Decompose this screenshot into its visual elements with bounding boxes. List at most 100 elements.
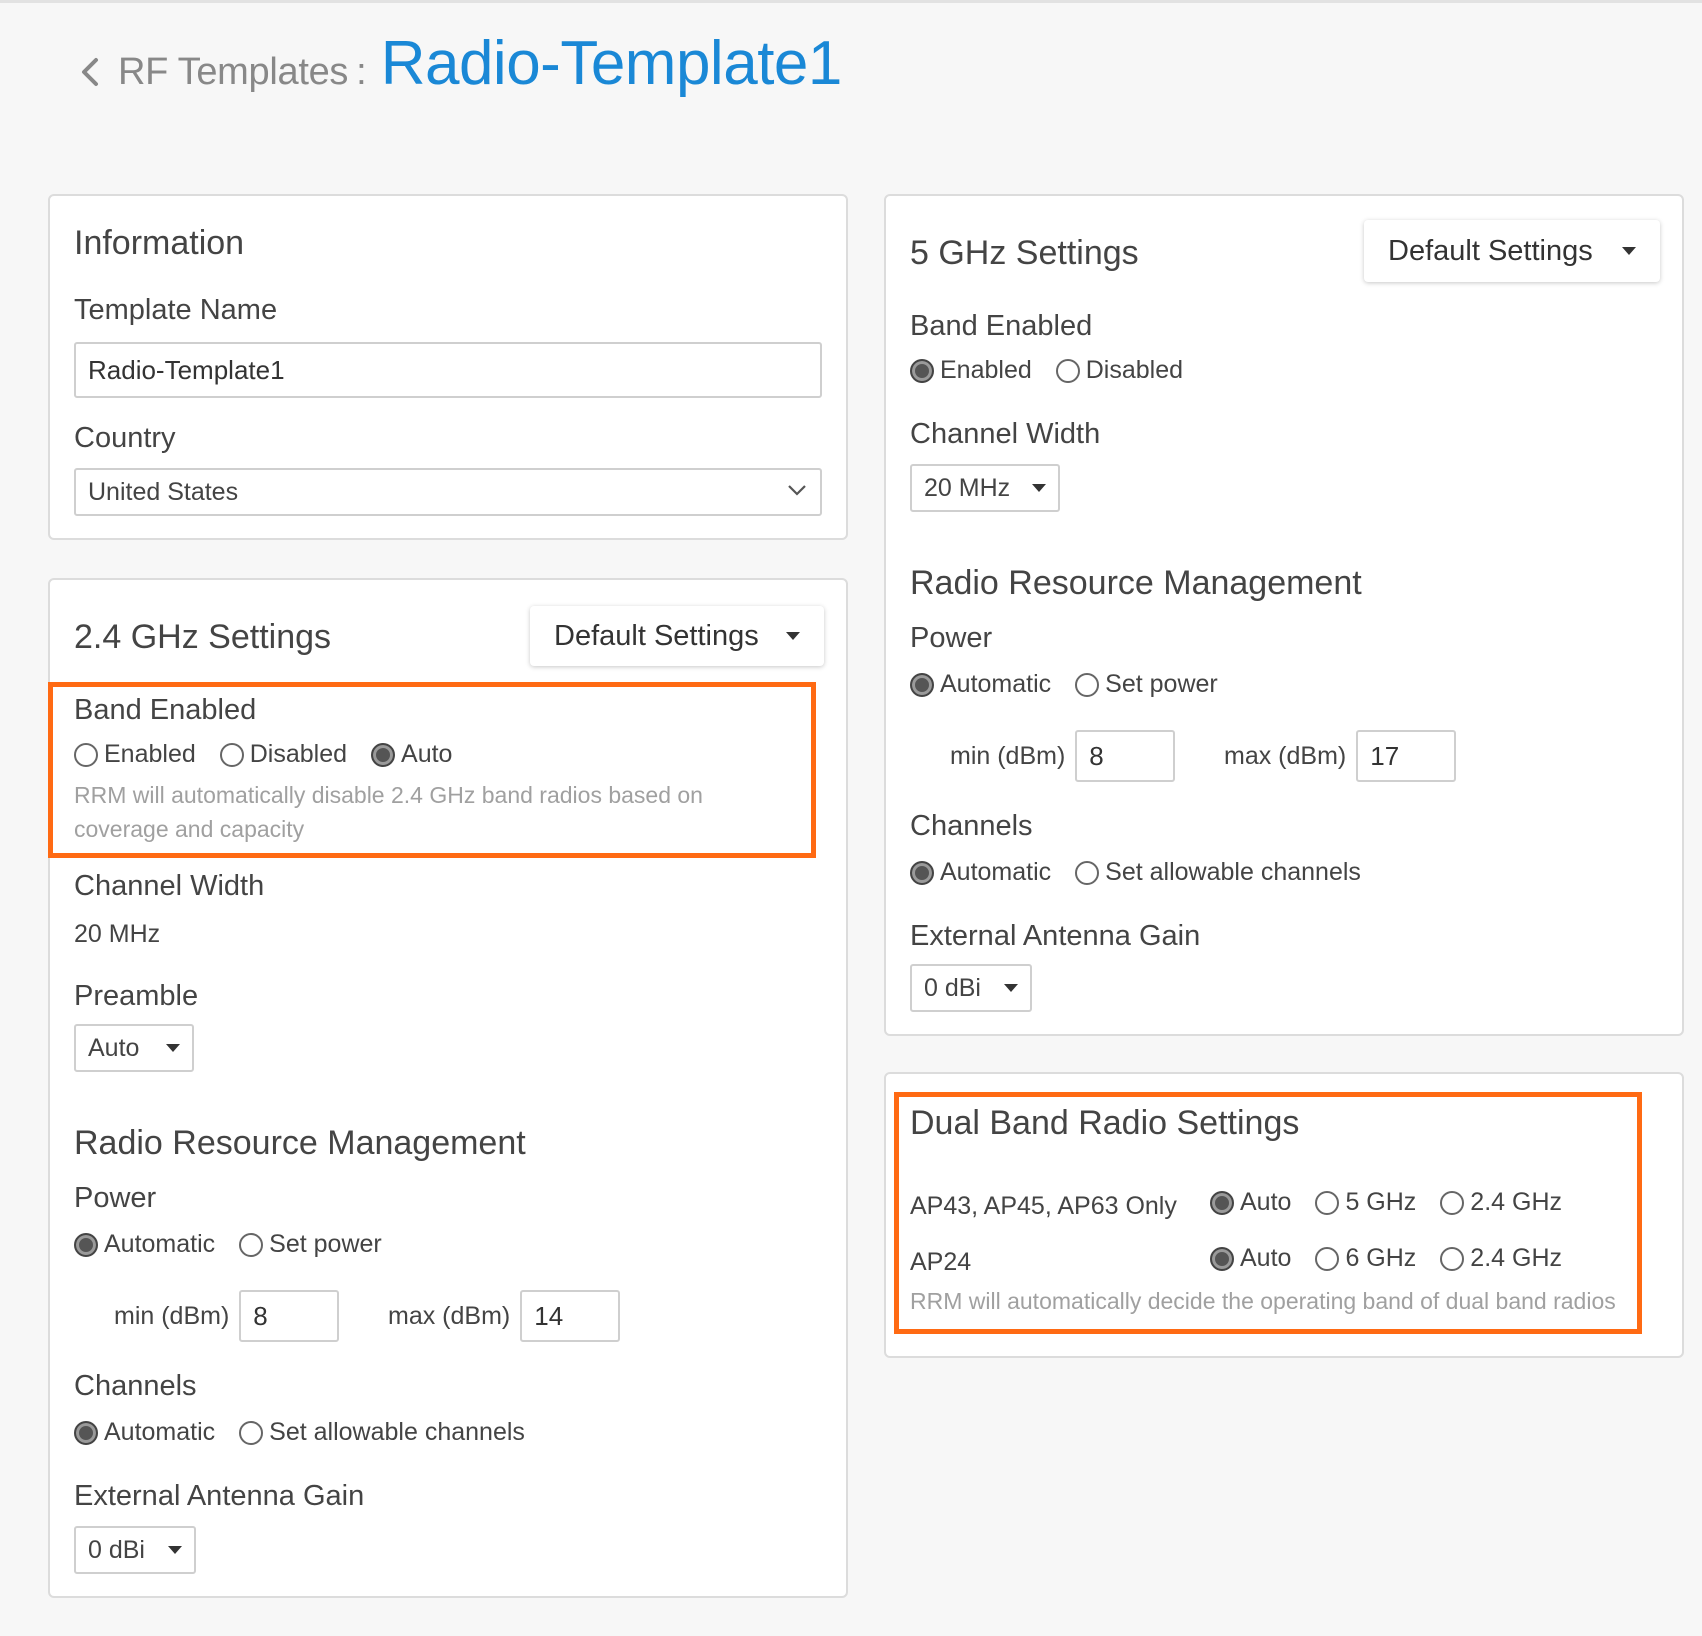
radio-circle[interactable] bbox=[74, 742, 98, 767]
band5-max-label: max (dBm) bbox=[1224, 741, 1347, 770]
band24-channel-width-label: Channel Width bbox=[74, 870, 265, 902]
chevron-left-icon[interactable] bbox=[76, 52, 104, 92]
band5-max-input[interactable] bbox=[1356, 730, 1457, 782]
band5-channel-width-select[interactable]: 20 MHz bbox=[910, 464, 1060, 512]
band24-preamble-label: Preamble bbox=[74, 980, 199, 1012]
ap24-radio-24ghz[interactable]: 2.4 GHz bbox=[1440, 1244, 1562, 1273]
radio-circle-selected[interactable] bbox=[910, 672, 934, 697]
ap24-radio-auto[interactable]: Auto bbox=[1210, 1244, 1291, 1273]
page-title: Radio-Template1 bbox=[380, 29, 843, 98]
band5-radio-power-automatic[interactable]: Automatic bbox=[910, 670, 1051, 699]
country-select[interactable]: United States bbox=[74, 468, 822, 516]
band5-min-label: min (dBm) bbox=[950, 741, 1066, 770]
band24-band-enabled-label: Band Enabled bbox=[74, 694, 257, 726]
radio-circle-selected[interactable] bbox=[910, 358, 934, 383]
caret-down-icon bbox=[1004, 984, 1018, 992]
caret-down-icon bbox=[1032, 484, 1046, 492]
template-name-input[interactable] bbox=[74, 342, 822, 398]
radio-circle[interactable] bbox=[1315, 1190, 1340, 1215]
band24-preamble-value: Auto bbox=[88, 1033, 140, 1062]
radio-circle[interactable] bbox=[239, 1232, 264, 1257]
page-header: RF Templates : Radio-Template1 bbox=[76, 28, 842, 99]
band24-radio-power-automatic[interactable]: Automatic bbox=[74, 1230, 215, 1259]
radio-circle-selected[interactable] bbox=[1210, 1190, 1234, 1215]
band5-channel-width-value: 20 MHz bbox=[924, 473, 1011, 502]
radio-circle[interactable] bbox=[1055, 358, 1080, 383]
band5-channel-width-label: Channel Width bbox=[910, 418, 1101, 450]
band24-channels-label: Channels bbox=[74, 1370, 197, 1402]
band24-radio-set-allowable-channels[interactable]: Set allowable channels bbox=[239, 1418, 525, 1447]
breadcrumb-separator: : bbox=[356, 51, 367, 93]
dual-band-title: Dual Band Radio Settings bbox=[910, 1104, 1300, 1142]
dual-band-row-ap24-label: AP24 bbox=[910, 1248, 972, 1276]
radio-circle[interactable] bbox=[239, 1420, 264, 1445]
band24-min-label: min (dBm) bbox=[114, 1301, 230, 1330]
band5-power-label: Power bbox=[910, 622, 993, 654]
radio-circle-selected[interactable] bbox=[1210, 1246, 1234, 1271]
band24-radio-disabled[interactable]: Disabled bbox=[219, 740, 347, 769]
band24-max-group: max (dBm) bbox=[388, 1290, 621, 1342]
caret-down-icon bbox=[168, 1546, 182, 1554]
band24-radio-enabled[interactable]: Enabled bbox=[74, 740, 196, 769]
band5-channels-label: Channels bbox=[910, 810, 1033, 842]
radio-circle[interactable] bbox=[219, 742, 244, 767]
band24-antenna-select[interactable]: 0 dBi bbox=[74, 1526, 196, 1574]
ap43-radio-24ghz[interactable]: 2.4 GHz bbox=[1440, 1188, 1562, 1217]
radio-circle-selected[interactable] bbox=[74, 1420, 98, 1445]
radio-circle[interactable] bbox=[1315, 1246, 1340, 1271]
caret-down-icon bbox=[1622, 247, 1636, 255]
radio-circle[interactable] bbox=[1440, 1190, 1465, 1215]
ap43-radio-5ghz[interactable]: 5 GHz bbox=[1315, 1188, 1416, 1217]
ap24-radio-6ghz[interactable]: 6 GHz bbox=[1315, 1244, 1416, 1273]
band5-min-group: min (dBm) bbox=[950, 730, 1176, 782]
band24-antenna-label: External Antenna Gain bbox=[74, 1480, 365, 1512]
band5-radio-set-allowable-channels[interactable]: Set allowable channels bbox=[1075, 858, 1361, 887]
band5-power-radios: Automatic Set power bbox=[910, 670, 1242, 699]
band5-radio-set-power[interactable]: Set power bbox=[1075, 670, 1218, 699]
band5-max-group: max (dBm) bbox=[1224, 730, 1457, 782]
band5-antenna-select[interactable]: 0 dBi bbox=[910, 964, 1032, 1012]
caret-down-icon bbox=[166, 1044, 180, 1052]
dual-band-row-ap24-radios: Auto 6 GHz 2.4 GHz bbox=[1210, 1244, 1586, 1273]
dual-band-row-ap43-label: AP43, AP45, AP63 Only bbox=[910, 1192, 1177, 1220]
radio-circle-selected[interactable] bbox=[74, 1232, 98, 1257]
band24-radio-channels-automatic[interactable]: Automatic bbox=[74, 1418, 215, 1447]
band24-min-input[interactable] bbox=[239, 1290, 340, 1342]
radio-circle[interactable] bbox=[1075, 860, 1100, 885]
band5-radio-channels-automatic[interactable]: Automatic bbox=[910, 858, 1051, 887]
band5-radio-enabled[interactable]: Enabled bbox=[910, 356, 1032, 385]
band5-min-input[interactable] bbox=[1075, 730, 1176, 782]
band24-title: 2.4 GHz Settings bbox=[74, 618, 332, 656]
radio-circle-selected[interactable] bbox=[910, 860, 934, 885]
radio-circle[interactable] bbox=[1440, 1246, 1465, 1271]
band24-power-radios: Automatic Set power bbox=[74, 1230, 406, 1259]
band24-channel-width-value: 20 MHz bbox=[74, 920, 161, 948]
radio-circle-selected[interactable] bbox=[371, 742, 396, 767]
band24-max-label: max (dBm) bbox=[388, 1301, 511, 1330]
dual-band-row-ap43-radios: Auto 5 GHz 2.4 GHz bbox=[1210, 1188, 1586, 1217]
band24-min-group: min (dBm) bbox=[114, 1290, 340, 1342]
template-name-label: Template Name bbox=[74, 294, 278, 326]
caret-down-icon bbox=[786, 632, 800, 640]
ap43-radio-auto[interactable]: Auto bbox=[1210, 1188, 1291, 1217]
band24-rrm-title: Radio Resource Management bbox=[74, 1124, 526, 1162]
breadcrumb-rf-templates[interactable]: RF Templates bbox=[118, 51, 348, 94]
band5-radio-disabled[interactable]: Disabled bbox=[1055, 356, 1183, 385]
band24-settings-dropdown[interactable]: Default Settings bbox=[530, 606, 824, 666]
country-label: Country bbox=[74, 422, 176, 454]
information-title: Information bbox=[74, 224, 245, 262]
radio-circle[interactable] bbox=[1075, 672, 1100, 697]
band5-settings-value: Default Settings bbox=[1388, 234, 1593, 267]
band24-radio-auto[interactable]: Auto bbox=[371, 740, 452, 769]
band24-channels-radios: Automatic Set allowable channels bbox=[74, 1418, 549, 1447]
band24-preamble-select[interactable]: Auto bbox=[74, 1024, 194, 1072]
band5-settings-dropdown[interactable]: Default Settings bbox=[1364, 220, 1660, 282]
band24-radio-set-power[interactable]: Set power bbox=[239, 1230, 382, 1259]
band24-power-label: Power bbox=[74, 1182, 157, 1214]
band5-antenna-value: 0 dBi bbox=[924, 973, 981, 1002]
information-panel: Information Template Name Country United… bbox=[48, 194, 848, 540]
band24-settings-value: Default Settings bbox=[554, 619, 759, 652]
band5-title: 5 GHz Settings bbox=[910, 234, 1139, 272]
band24-max-input[interactable] bbox=[520, 1290, 621, 1342]
dual-band-helper: RRM will automatically decide the operat… bbox=[910, 1288, 1616, 1314]
